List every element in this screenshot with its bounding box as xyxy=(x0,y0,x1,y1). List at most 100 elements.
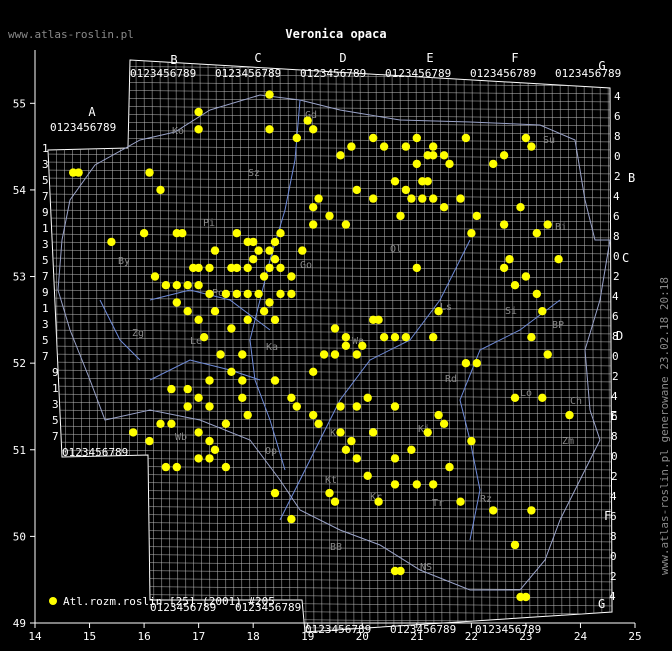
country-border xyxy=(57,94,611,591)
grid-digit: 2 xyxy=(610,570,617,583)
occurrence-point xyxy=(429,480,438,489)
occurrence-point xyxy=(429,333,438,342)
grid-digit: 7 xyxy=(42,270,49,283)
grid-line-v xyxy=(399,60,403,632)
occurrence-point xyxy=(543,350,552,359)
occurrence-point xyxy=(183,384,192,394)
legend-label: Atl.rozm.roslin [25] (2001) #205 xyxy=(63,595,275,608)
grid-digit: 8 xyxy=(613,230,620,243)
occurrence-point xyxy=(205,376,214,385)
occurrence-point xyxy=(363,393,372,402)
grid-digit: 5 xyxy=(42,174,49,187)
occurrence-point xyxy=(390,402,400,411)
grid-digit: 3 xyxy=(42,238,49,251)
grid-line-v xyxy=(599,60,603,632)
grid-line-v xyxy=(527,60,531,632)
x-tick-label: 14 xyxy=(28,630,42,643)
occurrence-point xyxy=(243,315,252,324)
occurrence-point xyxy=(418,194,427,203)
region-label: BB xyxy=(330,542,342,553)
occurrence-point xyxy=(221,419,231,428)
grid-line-v xyxy=(167,60,171,632)
grid-line-v xyxy=(151,60,155,632)
grid-line-v xyxy=(495,60,499,632)
occurrence-point xyxy=(243,289,252,299)
region-label: Zg xyxy=(132,328,144,339)
occurrence-point xyxy=(532,289,541,299)
y-tick-label: 51 xyxy=(13,444,26,457)
grid-digit: 8 xyxy=(610,530,617,543)
grid-line-h xyxy=(48,129,612,135)
occurrence-point xyxy=(309,125,318,134)
occurrence-point xyxy=(429,194,438,203)
grid-line-h xyxy=(48,185,612,191)
occurrence-point xyxy=(183,307,192,316)
grid-digit-row: 0123456789 xyxy=(130,67,196,80)
grid-digit: 2 xyxy=(612,370,619,383)
grid-line-h xyxy=(48,297,612,303)
region-label: NS xyxy=(420,562,432,573)
region-label: Tr xyxy=(432,498,444,509)
map-title: Veronica opaca xyxy=(285,27,386,41)
grid-digit: 1 xyxy=(52,382,59,395)
grid-line-v xyxy=(535,60,539,632)
grid-line-v xyxy=(135,60,139,632)
grid-line-h xyxy=(48,313,612,319)
occurrence-point xyxy=(390,454,400,463)
occurrence-point xyxy=(265,298,274,307)
grid-line-v xyxy=(207,60,211,632)
grid-digit: 6 xyxy=(612,310,619,323)
occurrence-point xyxy=(205,402,214,411)
region-label: Op xyxy=(265,446,277,457)
occurrence-point xyxy=(292,402,301,411)
occurrence-point xyxy=(489,159,498,169)
occurrence-point xyxy=(401,142,411,151)
occurrence-point xyxy=(265,263,274,273)
grid-column-label: A xyxy=(88,105,96,119)
occurrence-point xyxy=(341,333,351,342)
occurrence-point xyxy=(439,419,449,428)
grid-line-h xyxy=(48,513,612,519)
grid-line-v xyxy=(567,60,571,632)
occurrence-point xyxy=(379,142,389,151)
y-tick-label: 53 xyxy=(13,271,26,284)
y-tick-label: 55 xyxy=(13,97,26,110)
grid-line-h xyxy=(48,273,612,279)
occurrence-point xyxy=(461,133,471,143)
occurrence-point xyxy=(510,393,520,402)
grid-digit: 5 xyxy=(42,334,49,347)
occurrence-point xyxy=(390,177,400,186)
grid-line-h xyxy=(48,281,612,287)
x-tick-label: 16 xyxy=(137,630,150,643)
region-label: Rd xyxy=(445,374,457,385)
occurrence-point xyxy=(238,393,247,402)
region-label: Zm xyxy=(562,436,574,447)
grid-digit-row: 0123456789 xyxy=(470,67,536,80)
occurrence-point xyxy=(341,220,351,229)
occurrence-point xyxy=(232,289,241,299)
grid-line-h xyxy=(48,409,612,415)
grid-line-h xyxy=(48,241,612,247)
grid-line-h xyxy=(48,393,612,399)
grid-line-v xyxy=(191,60,195,632)
grid-digit: 1 xyxy=(42,302,49,315)
grid-digit: 6 xyxy=(610,510,617,523)
occurrence-point xyxy=(352,350,361,359)
occurrence-point xyxy=(325,211,334,221)
occurrence-point xyxy=(309,203,318,212)
x-tick-label: 19 xyxy=(301,630,314,643)
occurrence-point xyxy=(423,428,432,437)
grid-line-v xyxy=(311,60,315,632)
grid-line-v xyxy=(111,60,115,632)
generated-note: www.atlas-roslin.pl generowane 23.02.18 … xyxy=(658,277,671,575)
occurrence-point xyxy=(178,229,187,238)
occurrence-point xyxy=(565,410,574,420)
region-label: Lo xyxy=(520,388,532,399)
occurrence-point xyxy=(336,402,345,411)
occurrence-point xyxy=(527,333,536,342)
occurrence-point xyxy=(352,454,361,463)
grid-digit-row: 0123456789 xyxy=(555,67,621,80)
grid-digit: 0 xyxy=(610,550,617,563)
region-label: Ch xyxy=(570,396,582,407)
occurrence-point xyxy=(303,116,312,125)
